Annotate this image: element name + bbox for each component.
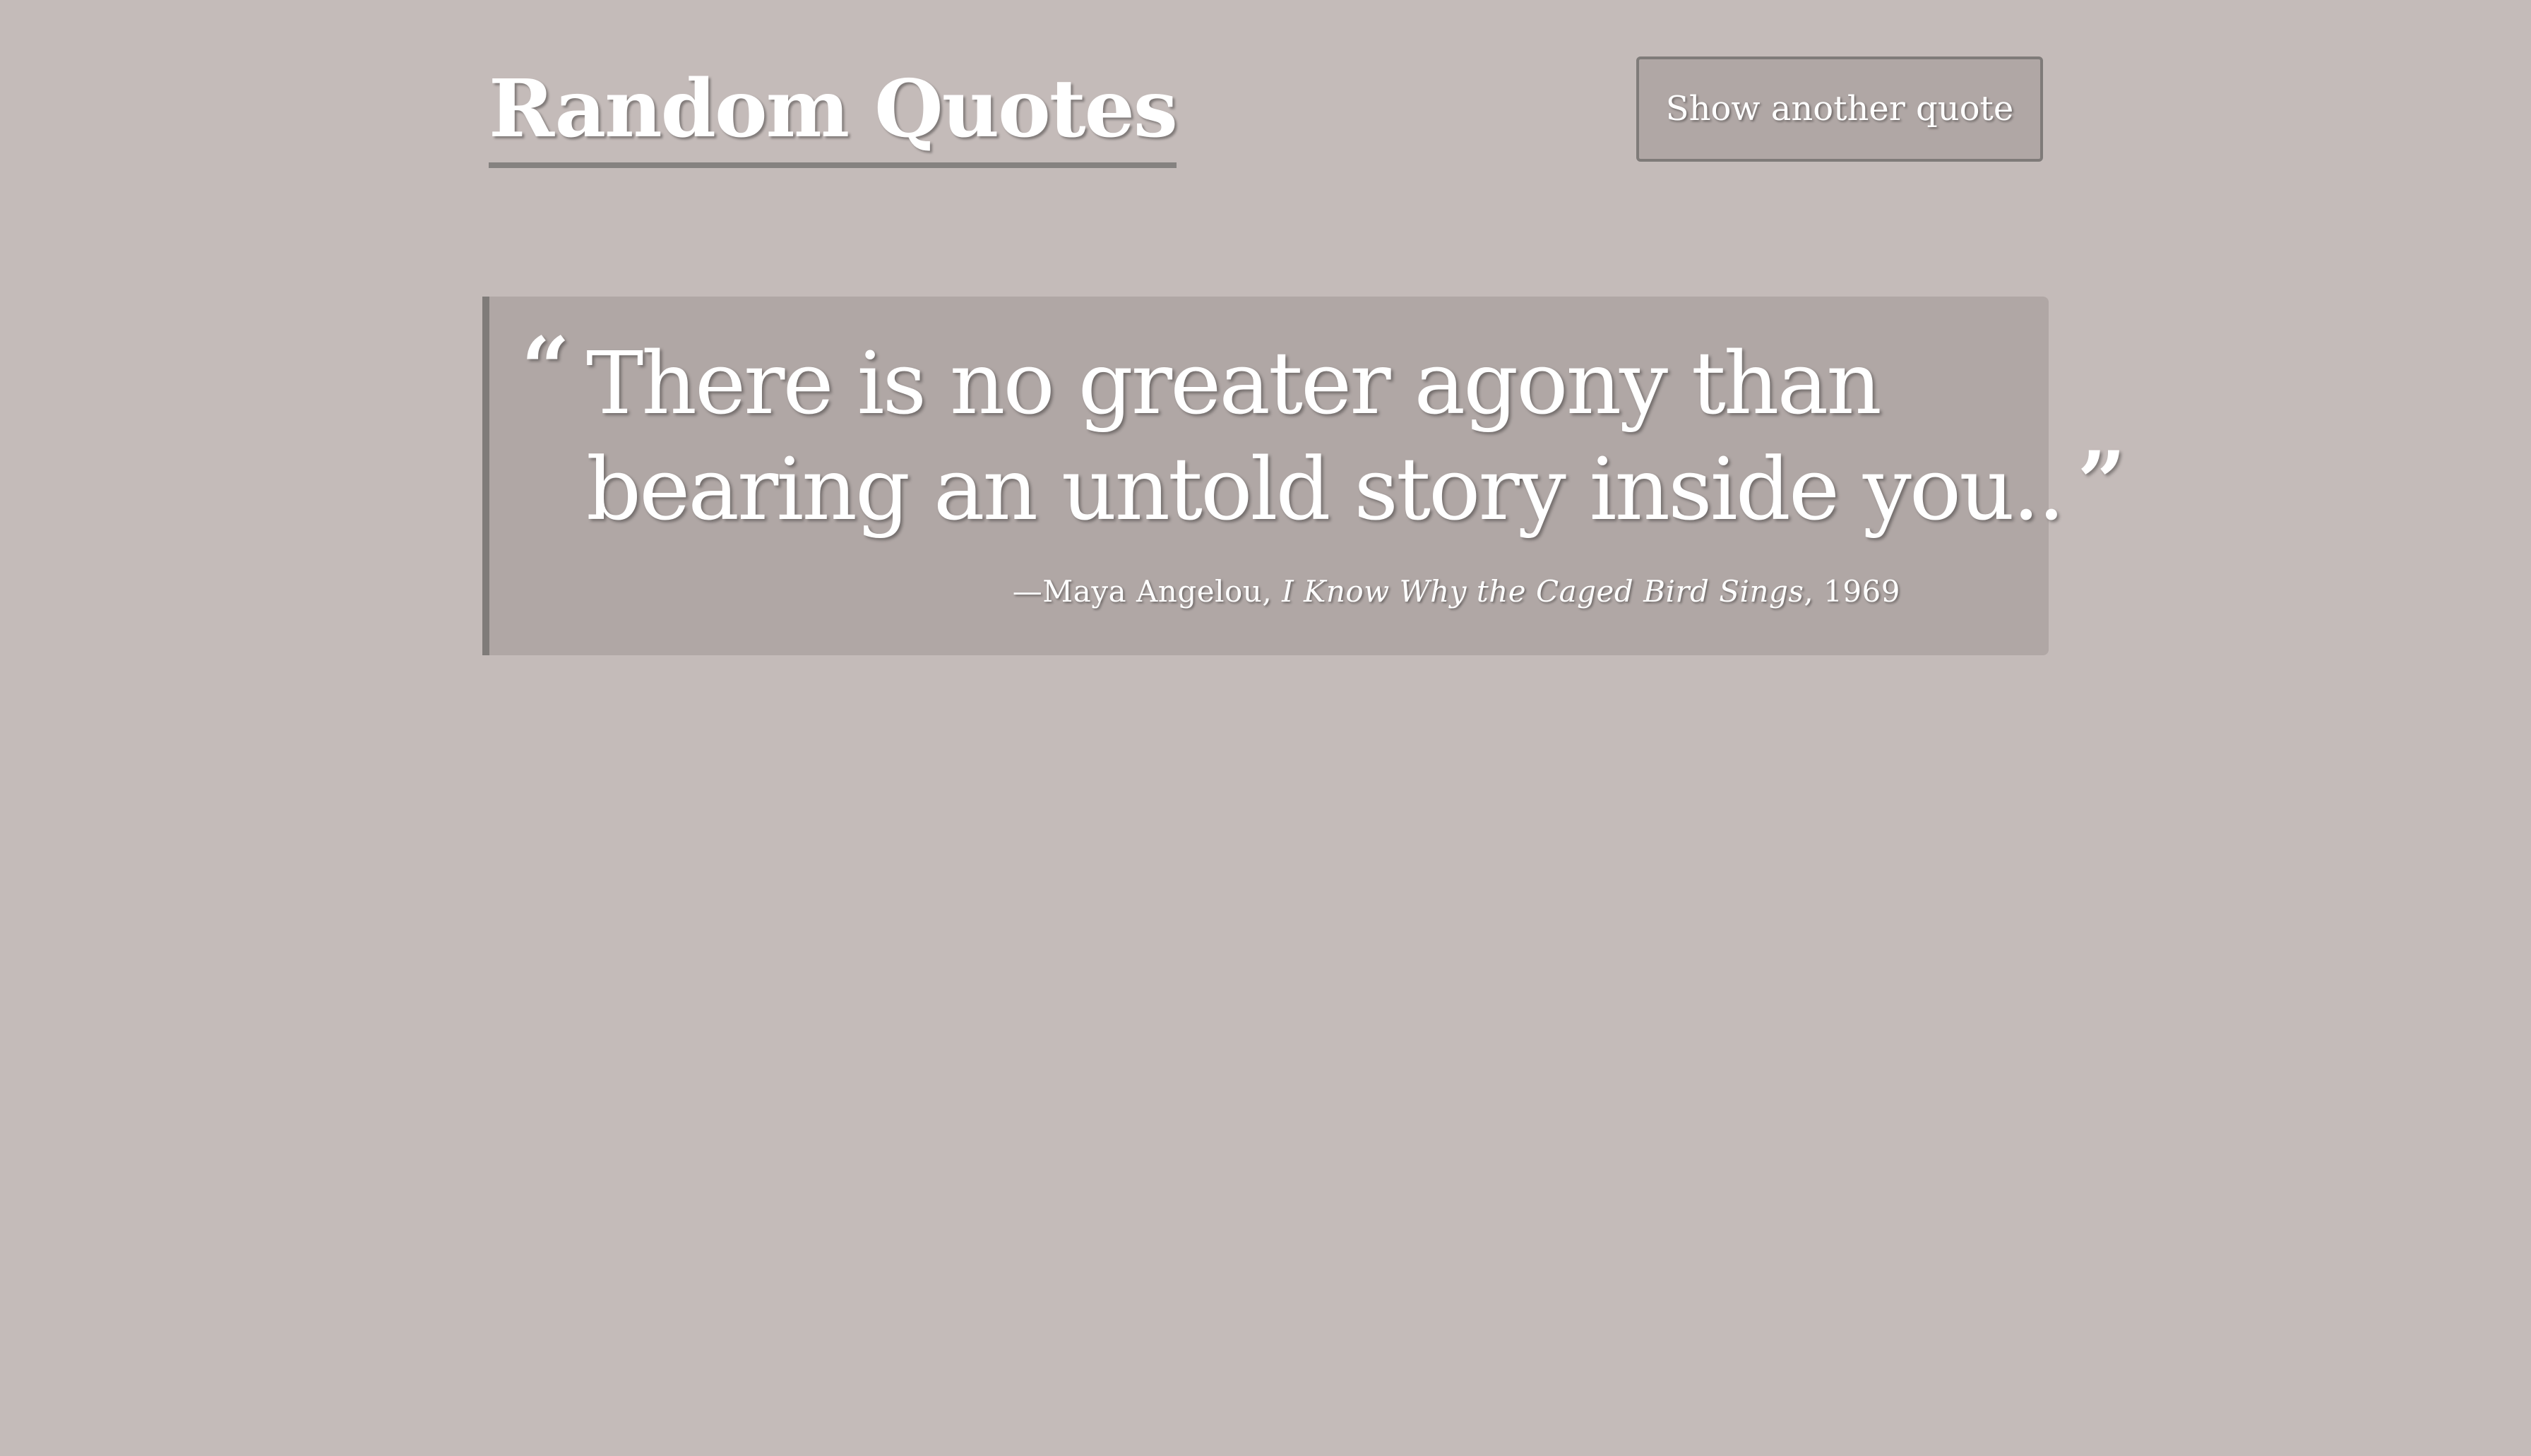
quote-line: bearing an untold story inside you..” [586, 433, 2126, 543]
attribution-author: Maya Angelou, [1042, 574, 1273, 609]
attribution-work: I Know Why the Caged Bird Sings [1282, 574, 1804, 609]
quote-card: “ There is no greater agony than bearing… [482, 297, 2126, 655]
page-header: Random Quotes Show another quote [489, 56, 2043, 169]
close-quote-icon: ” [2077, 433, 2126, 532]
attribution-year: , 1969 [1804, 574, 1900, 609]
attribution-dash: — [1012, 574, 1043, 609]
show-another-quote-button[interactable]: Show another quote [1636, 56, 2043, 162]
quote-line-text: bearing an untold story inside you.. [586, 439, 2065, 539]
quote-text: There is no greater agony than bearing a… [586, 330, 2126, 543]
app-title: Random Quotes [489, 56, 1178, 168]
quote-attribution: —Maya Angelou, I Know Why the Caged Bird… [1013, 571, 1900, 613]
quote-line: There is no greater agony than [586, 333, 1882, 434]
open-quote-icon: “ [521, 318, 571, 418]
